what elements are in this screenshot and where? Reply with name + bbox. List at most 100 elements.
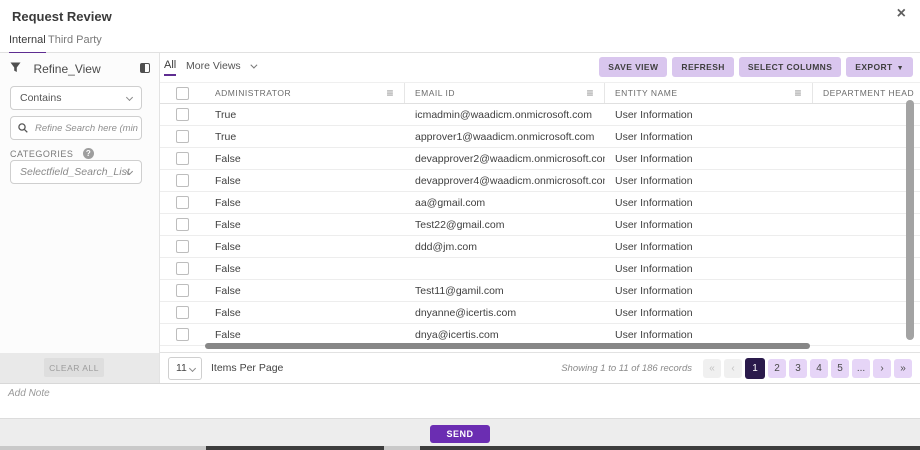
collapse-sidebar-icon[interactable] — [140, 63, 150, 73]
export-button[interactable]: EXPORT▼ — [846, 57, 913, 77]
select-all-checkbox[interactable] — [176, 87, 189, 100]
page-number-button[interactable]: 4 — [810, 359, 828, 378]
search-icon — [18, 123, 28, 133]
save-view-button[interactable]: SAVE VIEW — [599, 57, 667, 77]
page-number-button[interactable]: 5 — [831, 359, 849, 378]
row-checkbox[interactable] — [176, 328, 189, 341]
cell-email-id: ddd@jm.com — [405, 236, 605, 257]
column-menu-icon[interactable]: ≡ — [386, 87, 394, 99]
cell-email-id: approver1@waadicm.onmicrosoft.com — [405, 126, 605, 147]
more-views-dropdown[interactable]: More Views — [186, 60, 255, 72]
table-row[interactable]: True icmadmin@waadicm.onmicrosoft.com Us… — [160, 104, 920, 126]
view-tab-all-label: All — [164, 59, 176, 71]
column-menu-icon[interactable]: ≡ — [794, 87, 802, 99]
pagination: Showing 1 to 11 of 186 records « ‹ 12345… — [561, 358, 912, 379]
vertical-scrollbar[interactable] — [906, 100, 914, 340]
row-checkbox[interactable] — [176, 130, 189, 143]
items-per-page-label: Items Per Page — [211, 362, 283, 374]
prev-page-button[interactable]: ‹ — [724, 359, 742, 378]
page-number-button[interactable]: ... — [852, 359, 870, 378]
table-footer: 11 Items Per Page Showing 1 to 11 of 186… — [160, 352, 920, 383]
tab-internal[interactable]: Internal — [9, 30, 46, 53]
note-area — [0, 383, 920, 418]
cell-administrator: False — [205, 170, 405, 191]
cell-department-head — [813, 236, 920, 257]
row-checkbox-cell — [160, 126, 205, 147]
categories-select[interactable]: Selectfield_Search_List — [10, 160, 142, 184]
horizontal-scrollbar[interactable] — [205, 343, 810, 349]
row-checkbox-cell — [160, 214, 205, 235]
table-row[interactable]: False ddd@jm.com User Information — [160, 236, 920, 258]
column-header-department-head[interactable]: DEPARTMENT HEAD — [813, 83, 920, 103]
column-header-entity-name[interactable]: ENTITY NAME ≡ — [605, 83, 813, 103]
column-header-label: ENTITY NAME — [615, 88, 678, 98]
row-checkbox-cell — [160, 192, 205, 213]
row-checkbox[interactable] — [176, 108, 189, 121]
cell-email-id: Test22@gmail.com — [405, 214, 605, 235]
chevron-down-icon — [126, 94, 133, 101]
table-row[interactable]: False dnyanne@icertis.com User Informati… — [160, 302, 920, 324]
refine-header: Refine_View — [10, 60, 153, 78]
modal-content: Refine_View Contains CATEGORIES ? Select… — [0, 53, 920, 383]
page-number-button[interactable]: 1 — [745, 358, 765, 379]
table-row[interactable]: False Test22@gmail.com User Information — [160, 214, 920, 236]
cell-administrator: True — [205, 126, 405, 147]
table-row[interactable]: False aa@gmail.com User Information — [160, 192, 920, 214]
cell-department-head — [813, 148, 920, 169]
row-checkbox[interactable] — [176, 218, 189, 231]
cell-email-id: dnya@icertis.com — [405, 324, 605, 345]
row-checkbox[interactable] — [176, 262, 189, 275]
cell-entity-name: User Information — [605, 236, 813, 257]
help-icon[interactable]: ? — [83, 148, 94, 159]
column-header-label: EMAIL ID — [415, 88, 455, 98]
column-header-administrator[interactable]: ADMINISTRATOR ≡ — [205, 83, 405, 103]
last-page-button[interactable]: » — [894, 359, 912, 378]
table-row[interactable]: False devapprover4@waadicm.onmicrosoft.c… — [160, 170, 920, 192]
table-row[interactable]: True approver1@waadicm.onmicrosoft.com U… — [160, 126, 920, 148]
cell-administrator: False — [205, 236, 405, 257]
bottom-edge-strip — [0, 446, 920, 450]
table-row[interactable]: False Test11@gamil.com User Information — [160, 280, 920, 302]
clear-all-button[interactable]: CLEAR ALL — [44, 358, 104, 377]
add-note-input[interactable] — [0, 384, 920, 418]
row-checkbox[interactable] — [176, 196, 189, 209]
cell-email-id — [405, 258, 605, 279]
column-header-label: ADMINISTRATOR — [215, 88, 291, 98]
table-row[interactable]: False User Information — [160, 258, 920, 280]
chevron-down-icon — [250, 62, 257, 69]
next-page-button[interactable]: › — [873, 359, 891, 378]
column-menu-icon[interactable]: ≡ — [586, 87, 594, 99]
main-panel: All More Views SAVE VIEW REFRESH SELECT … — [160, 53, 920, 383]
refine-search-box — [10, 116, 142, 140]
row-checkbox[interactable] — [176, 152, 189, 165]
page-number-button[interactable]: 3 — [789, 359, 807, 378]
tab-third-party-label: Third Party — [48, 30, 102, 46]
refresh-button[interactable]: REFRESH — [672, 57, 733, 77]
row-checkbox[interactable] — [176, 174, 189, 187]
row-checkbox[interactable] — [176, 306, 189, 319]
page-size-select[interactable]: 11 — [168, 357, 202, 380]
tab-third-party[interactable]: Third Party — [48, 30, 102, 53]
tabs-row: Internal Third Party — [0, 30, 920, 53]
chevron-down-icon — [189, 364, 196, 371]
page-number-button[interactable]: 2 — [768, 359, 786, 378]
column-header-email-id[interactable]: EMAIL ID ≡ — [405, 83, 605, 103]
caret-down-icon: ▼ — [897, 65, 904, 72]
send-button[interactable]: SEND — [430, 425, 490, 443]
refine-search-input[interactable] — [35, 117, 139, 139]
row-checkbox-cell — [160, 280, 205, 301]
table-row[interactable]: False devapprover2@waadicm.onmicrosoft.c… — [160, 148, 920, 170]
cell-email-id: devapprover2@waadicm.onmicrosoft.com — [405, 148, 605, 169]
view-tab-underline — [164, 74, 176, 76]
page-size-value: 11 — [176, 362, 187, 374]
operator-select[interactable]: Contains — [10, 86, 142, 110]
close-icon[interactable]: × — [897, 6, 906, 22]
row-checkbox[interactable] — [176, 284, 189, 297]
first-page-button[interactable]: « — [703, 359, 721, 378]
cell-email-id: icmadmin@waadicm.onmicrosoft.com — [405, 104, 605, 125]
view-tab-all[interactable]: All — [164, 59, 176, 76]
select-columns-button[interactable]: SELECT COLUMNS — [739, 57, 841, 77]
cell-department-head — [813, 214, 920, 235]
row-checkbox-cell — [160, 258, 205, 279]
row-checkbox[interactable] — [176, 240, 189, 253]
